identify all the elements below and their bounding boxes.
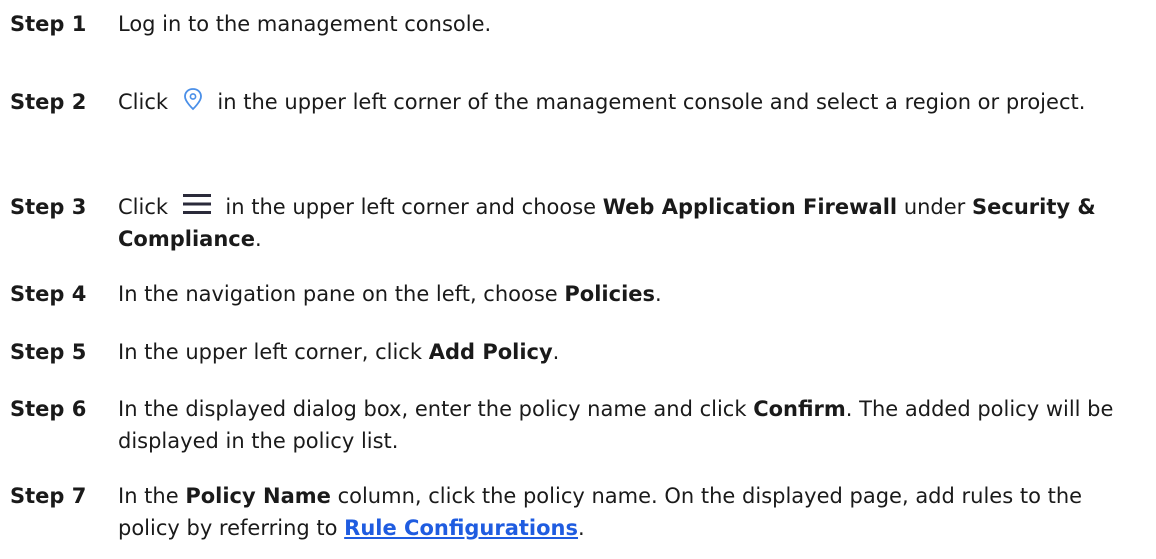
- hamburger-menu-icon: [181, 192, 213, 216]
- step-text-part: In the navigation pane on the left, choo…: [118, 282, 558, 306]
- step-bold-term: Policy Name: [185, 484, 331, 508]
- step-text: Log in to the management console.: [118, 8, 1118, 40]
- step-text-part: In the displayed dialog box, enter the p…: [118, 397, 747, 421]
- step-text: In the upper left corner, click Add Poli…: [118, 336, 1118, 368]
- step-label: Step 3: [10, 195, 87, 219]
- step-label: Step 1: [10, 12, 87, 36]
- step-text-part: .: [552, 340, 560, 364]
- step-text-part: Click: [118, 195, 169, 219]
- step-text-part: in the upper left corner of the manageme…: [217, 90, 1086, 114]
- rule-configurations-link[interactable]: Rule Configurations: [344, 516, 578, 540]
- step-bold-term: Policies: [564, 282, 656, 306]
- step-text-part: .: [254, 227, 262, 251]
- location-pin-icon: [181, 87, 205, 113]
- step-label: Step 2: [10, 90, 87, 114]
- step-bold-term: Web Application Firewall: [602, 195, 898, 219]
- step-bold-term: Add Policy: [428, 340, 553, 364]
- step-label: Step 4: [10, 282, 87, 306]
- step-label: Step 5: [10, 340, 87, 364]
- step-text-part: under: [903, 195, 966, 219]
- step-label: Step 7: [10, 484, 87, 508]
- step-text: Click in the upper left corner and choos…: [118, 191, 1118, 255]
- step-text-part: Log in to the management console.: [118, 12, 492, 36]
- step-text: Click in the upper left corner of the ma…: [118, 86, 1118, 118]
- step-bold-term: Confirm: [753, 397, 846, 421]
- step-text-part: in the upper left corner and choose: [225, 195, 597, 219]
- step-text: In the navigation pane on the left, choo…: [118, 278, 1118, 310]
- step-text-part: In the: [118, 484, 179, 508]
- step-text-part: In the upper left corner, click: [118, 340, 422, 364]
- step-text-part: Click: [118, 90, 169, 114]
- step-label: Step 6: [10, 397, 87, 421]
- step-text-part: .: [578, 516, 585, 540]
- step-text: In the Policy Name column, click the pol…: [118, 480, 1118, 544]
- step-text-part: .: [655, 282, 662, 306]
- step-text: In the displayed dialog box, enter the p…: [118, 393, 1118, 457]
